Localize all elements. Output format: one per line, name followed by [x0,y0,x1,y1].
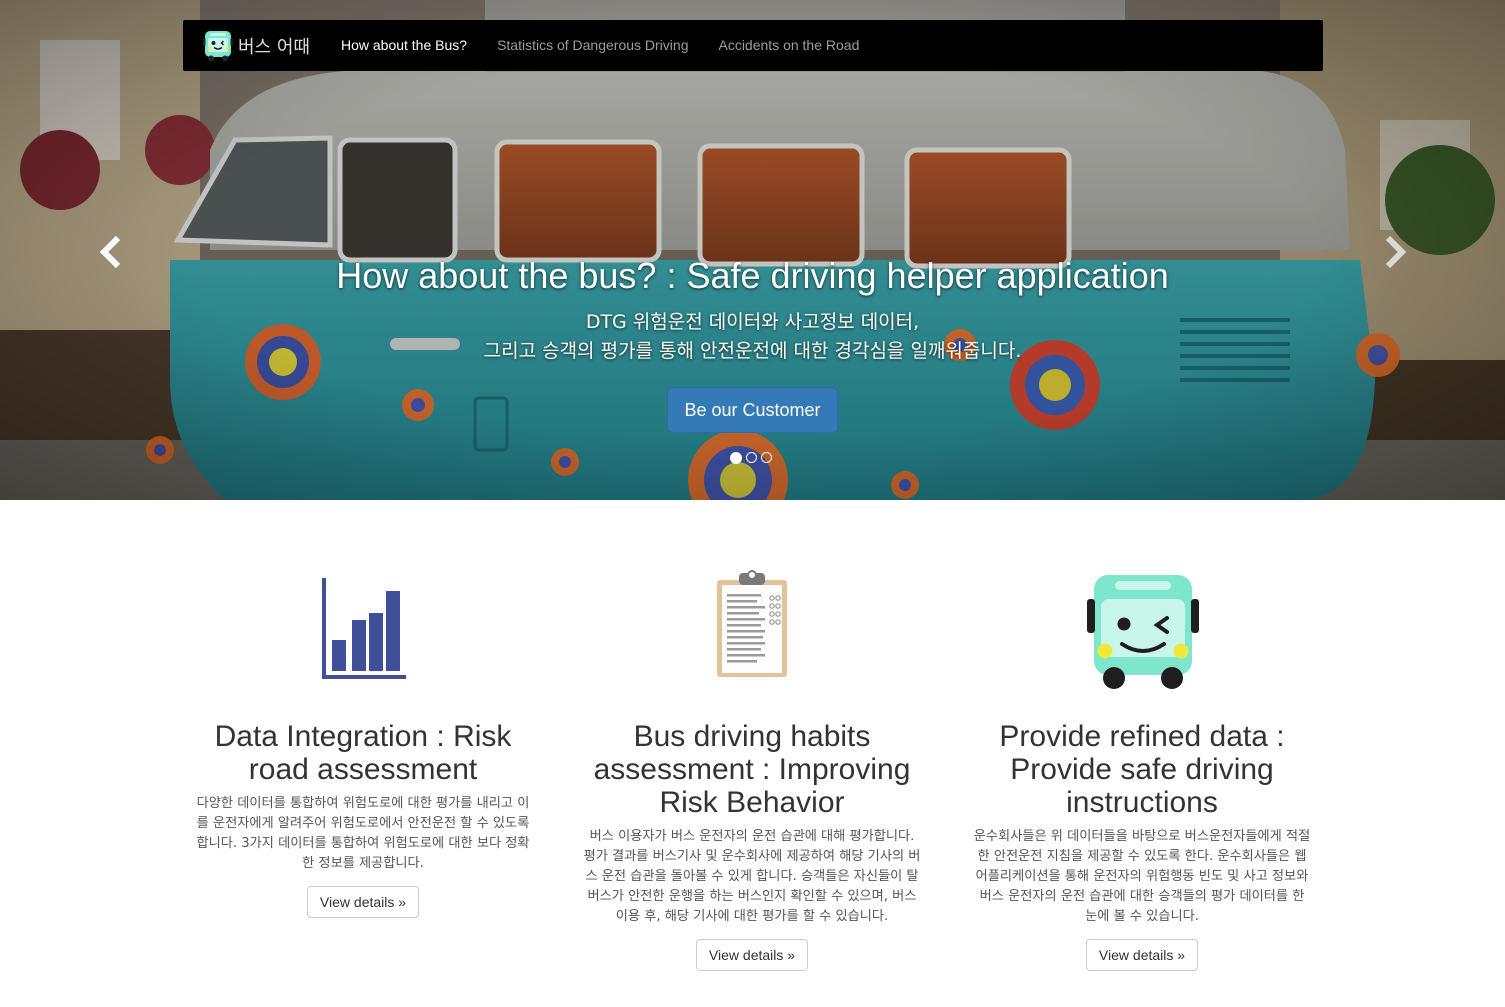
view-details-button[interactable]: View details » [306,886,420,918]
feature-description: 버스 이용자가 버스 운전자의 운전 습관에 대해 평가합니다. 평가 결과를 … [583,829,921,924]
hero-subtitle-line-1: DTG 위험운전 데이터와 사고정보 데이터, [585,311,920,333]
brand-link[interactable]: 버스 어때 [183,20,326,71]
feature-title: Bus driving habits assessment : Improvin… [593,720,911,819]
be-our-customer-button[interactable]: Be our Customer [667,387,838,433]
hero-subtitle-line-2: 그리고 승객의 평가를 통해 안전운전에 대한 경각심을 일깨워줍니다. [483,340,1022,362]
bar-chart-icon [322,578,406,679]
feature-data-integration: Data Integration : Risk road assessment … [183,500,543,918]
feature-description: 다양한 데이터를 통합하여 위험도로에 대한 평가를 내리고 이를 운전자에게 … [196,796,530,871]
nav-item-accidents[interactable]: Accidents on the Road [703,20,874,71]
view-details-button[interactable]: View details » [695,939,809,971]
nav-item-statistics[interactable]: Statistics of Dangerous Driving [482,20,703,71]
feature-bus-driving-habits: Bus driving habits assessment : Improvin… [572,500,932,971]
carousel-indicator-2[interactable] [746,452,757,463]
feature-title: Provide refined data : Provide safe driv… [999,720,1285,819]
top-navbar: 버스 어때 How about the Bus? Statistics of D… [183,20,1323,71]
carousel-indicators [730,452,772,464]
hero-title: How about the bus? : Safe driving helper… [336,255,1169,296]
carousel-caption: How about the bus? : Safe driving helper… [0,252,1505,433]
carousel-indicator-3[interactable] [761,452,772,463]
nav-item-how-about-the-bus[interactable]: How about the Bus? [326,20,482,71]
view-details-button[interactable]: View details » [1085,939,1199,971]
clipboard-icon [717,570,787,677]
bus-mascot-icon [1087,575,1199,689]
carousel-indicator-1[interactable] [730,452,742,464]
feature-title: Data Integration : Risk road assessment [214,720,512,786]
brand-text: 버스 어때 [238,36,310,58]
features-section: Data Integration : Risk road assessment … [0,500,1505,1007]
bus-logo-icon [203,30,233,61]
feature-refined-data: Provide refined data : Provide safe driv… [962,500,1322,971]
hero-subtitle: DTG 위험운전 데이터와 사고정보 데이터, 그리고 승객의 평가를 통해 안… [0,308,1505,366]
hero-carousel: How about the bus? : Safe driving helper… [0,0,1505,500]
feature-description: 운수회사들은 위 데이터들을 바탕으로 버스운전자들에게 적절한 안전운전 지침… [973,829,1311,924]
